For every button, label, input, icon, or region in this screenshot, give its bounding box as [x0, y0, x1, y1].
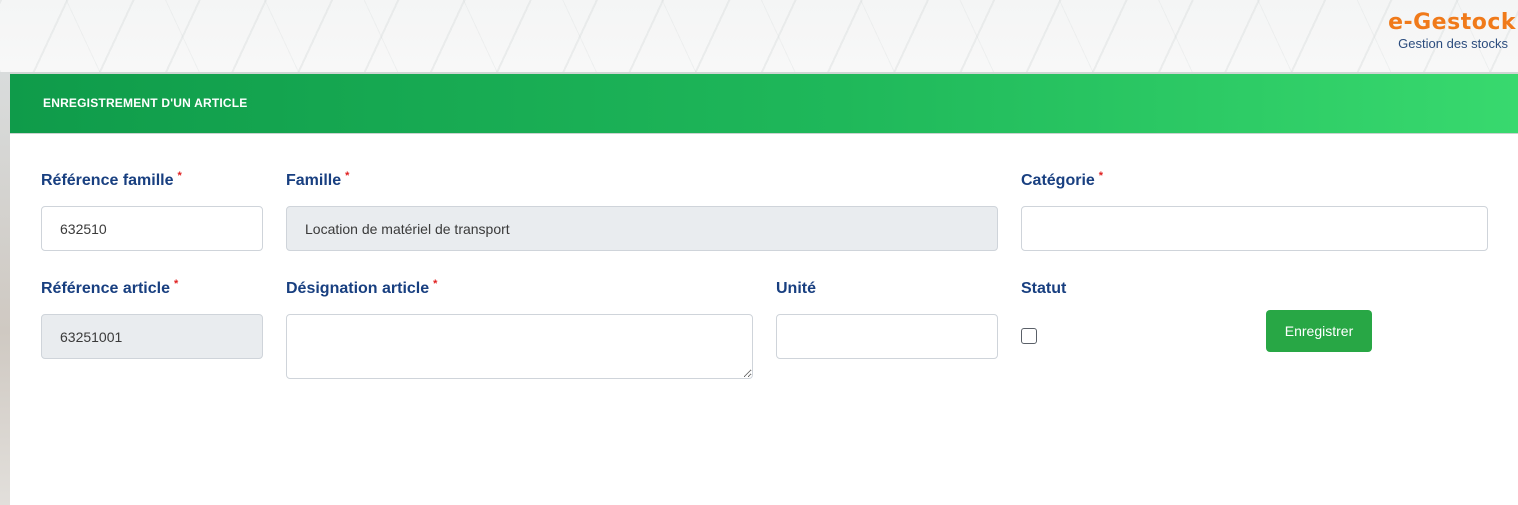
brand-name: e-Gestock: [1388, 10, 1516, 35]
reference-article-input[interactable]: [41, 314, 263, 359]
famille-input[interactable]: [286, 206, 998, 251]
required-mark: *: [1098, 170, 1104, 182]
statut-checkbox[interactable]: [1021, 328, 1037, 344]
required-mark: *: [177, 170, 182, 182]
unite-input[interactable]: [776, 314, 998, 359]
reference-famille-label: Référence famille *: [41, 170, 182, 190]
reference-famille-label-text: Référence famille: [41, 172, 174, 189]
categorie-input[interactable]: [1021, 206, 1488, 251]
designation-article-label-text: Désignation article: [286, 280, 430, 297]
statut-label-text: Statut: [1021, 280, 1067, 297]
unite-label: Unité: [776, 280, 816, 298]
save-button[interactable]: Enregistrer: [1266, 310, 1372, 352]
famille-label-text: Famille: [286, 172, 342, 189]
brand-tagline: Gestion des stocks: [1398, 36, 1508, 51]
brand-logo: e-Gestock Gestion des stocks: [1366, 10, 1518, 51]
famille-label: Famille *: [286, 170, 350, 190]
reference-article-label-text: Référence article: [41, 280, 170, 297]
categorie-label-text: Catégorie: [1021, 172, 1095, 189]
categorie-label: Catégorie *: [1021, 170, 1104, 190]
designation-article-label: Désignation article *: [286, 278, 438, 298]
background-side-image: [0, 72, 10, 505]
article-form-panel: ENREGISTREMENT D'UN ARTICLE Référence fa…: [10, 72, 1518, 505]
required-mark: *: [173, 278, 179, 290]
reference-famille-input[interactable]: [41, 206, 263, 251]
unite-label-text: Unité: [776, 280, 816, 297]
panel-header: ENREGISTREMENT D'UN ARTICLE: [10, 72, 1518, 134]
reference-article-label: Référence article *: [41, 278, 179, 298]
statut-label: Statut: [1021, 280, 1066, 298]
background-banner: [0, 0, 1518, 72]
designation-article-textarea[interactable]: [286, 314, 753, 379]
required-mark: *: [433, 278, 438, 290]
panel-title: ENREGISTREMENT D'UN ARTICLE: [43, 96, 248, 110]
required-mark: *: [345, 170, 350, 182]
